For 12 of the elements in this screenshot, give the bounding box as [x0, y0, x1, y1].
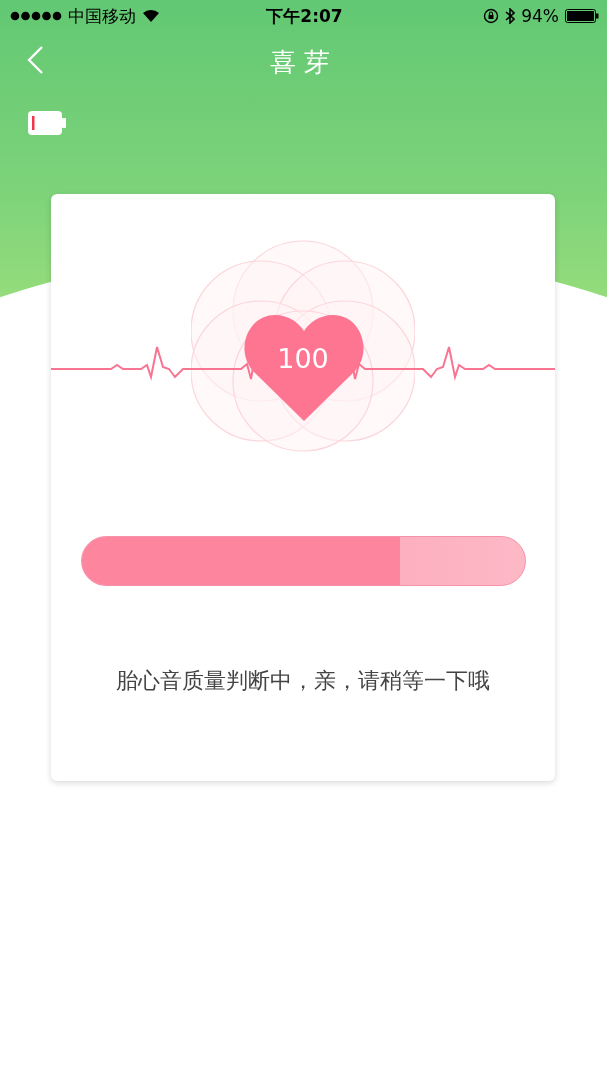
low-battery-icon	[28, 111, 66, 135]
status-time: 下午2:07	[266, 4, 343, 28]
wifi-icon	[142, 9, 160, 23]
heart-rate: 100	[276, 343, 330, 374]
bluetooth-icon	[505, 8, 516, 24]
page-title: 喜芽	[268, 45, 339, 79]
status-message: 胎心音质量判断中，亲，请稍等一下哦	[116, 667, 490, 695]
signal-icon	[10, 11, 62, 21]
rotation-lock-icon	[483, 8, 500, 24]
battery-icon	[565, 9, 599, 23]
battery-percent: 94%	[521, 6, 559, 26]
carrier-name: 中国移动	[68, 4, 136, 28]
